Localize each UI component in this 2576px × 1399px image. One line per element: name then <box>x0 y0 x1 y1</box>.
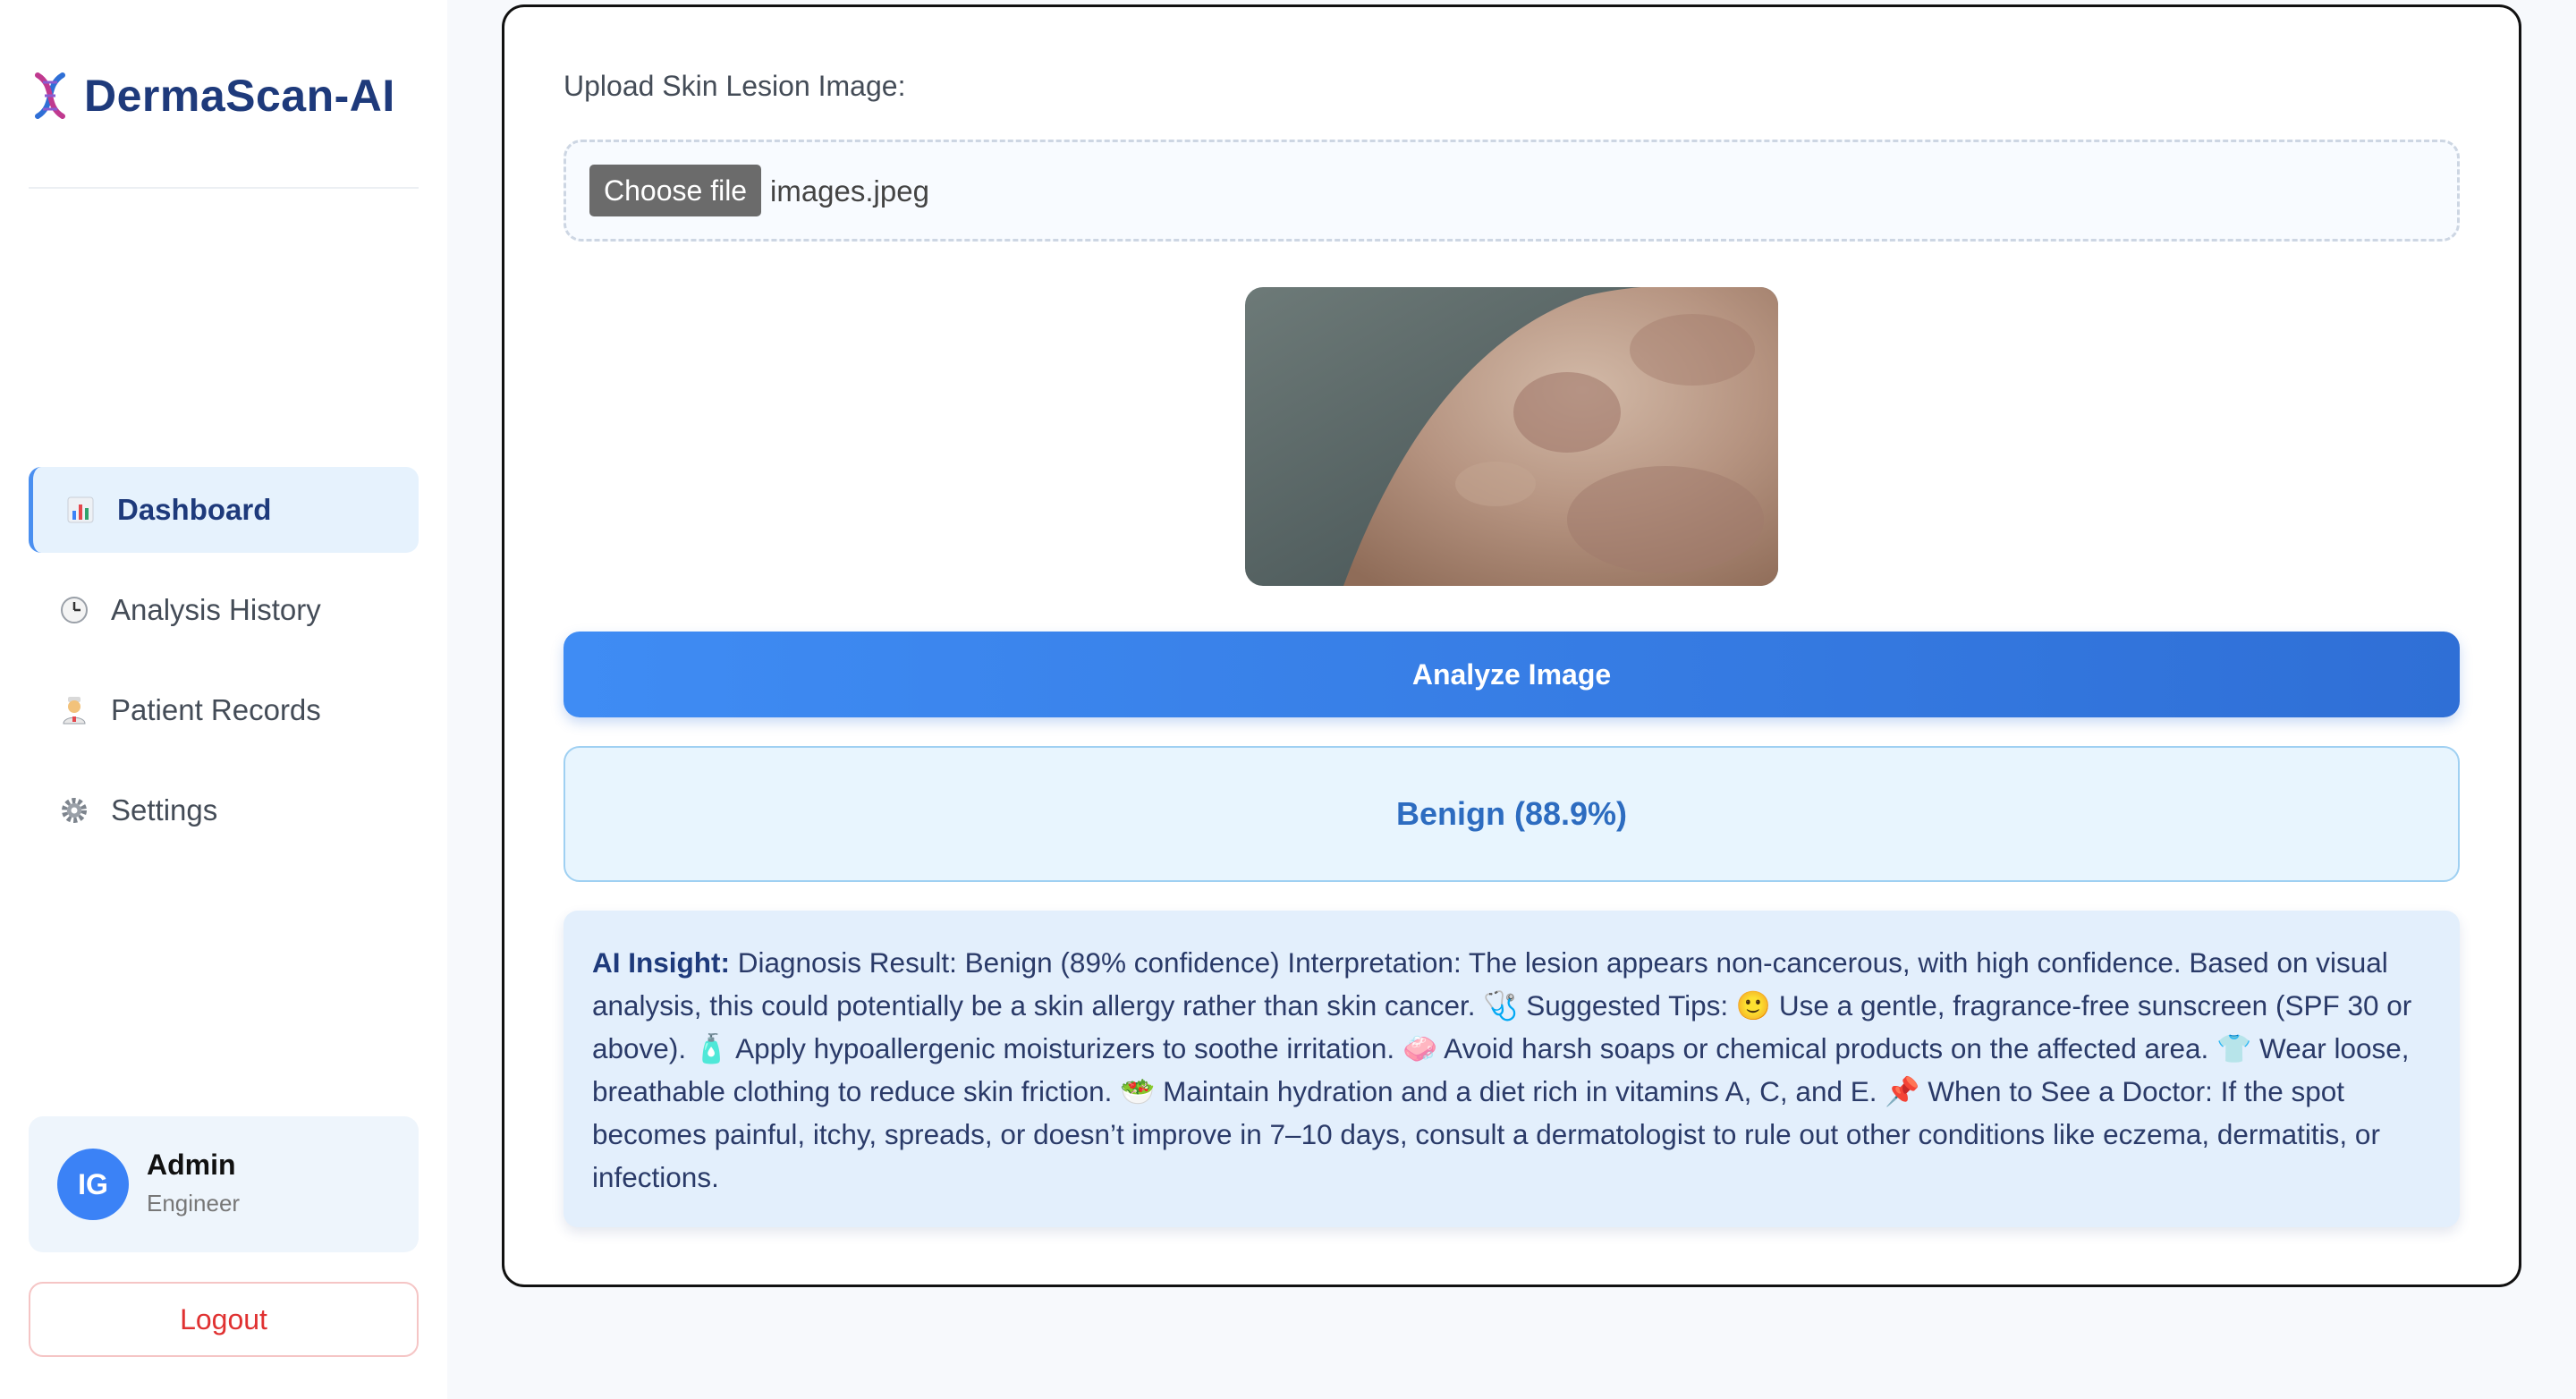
app-title: DermaScan-AI <box>84 71 395 121</box>
ai-insight-text: AI Insight: Diagnosis Result: Benign (89… <box>592 941 2431 1199</box>
ai-insight-label: AI Insight: <box>592 946 730 979</box>
file-upload-dropzone[interactable]: Choose file images.jpeg <box>564 140 2460 242</box>
dna-icon <box>29 70 72 122</box>
shirt-icon: 👕 <box>2216 1032 2252 1064</box>
clock-icon <box>59 595 89 625</box>
health-worker-icon <box>59 695 89 725</box>
insight-text-segment: Maintain hydration and a diet rich in vi… <box>1155 1075 1885 1107</box>
upload-label: Upload Skin Lesion Image: <box>564 70 906 102</box>
pushpin-icon: 📌 <box>1885 1075 1920 1107</box>
sidebar-item-patient-records[interactable]: Patient Records <box>29 667 419 753</box>
gear-icon <box>59 795 89 826</box>
avatar: IG <box>57 1149 129 1220</box>
soap-icon: 🧼 <box>1402 1032 1438 1064</box>
sidebar-item-settings[interactable]: Settings <box>29 767 419 853</box>
sidebar-item-analysis-history[interactable]: Analysis History <box>29 567 419 653</box>
smiley-icon: 🙂 <box>1735 989 1772 1022</box>
stethoscope-icon: 🩺 <box>1483 989 1519 1022</box>
sidebar: DermaScan-AI Dashboard Analysis History … <box>0 0 447 1399</box>
lotion-icon: 🧴 <box>693 1032 730 1064</box>
salad-icon: 🥗 <box>1120 1075 1156 1107</box>
result-box: Benign (88.9%) <box>564 746 2460 882</box>
insight-text-segment: Apply hypoallergenic moisturizers to soo… <box>729 1032 1402 1064</box>
choose-file-button[interactable]: Choose file <box>589 165 762 216</box>
ai-insight-box: AI Insight: Diagnosis Result: Benign (89… <box>564 911 2460 1227</box>
selected-file-name: images.jpeg <box>770 174 929 208</box>
sidebar-item-label: Patient Records <box>111 693 321 726</box>
sidebar-item-label: Analysis History <box>111 593 321 626</box>
app-logo[interactable]: DermaScan-AI <box>29 70 395 122</box>
bar-chart-icon <box>65 495 96 525</box>
diagnosis-result: Benign (88.9%) <box>1395 795 1628 832</box>
sidebar-item-dashboard[interactable]: Dashboard <box>29 467 419 553</box>
sidebar-nav: Dashboard Analysis History Patient Recor… <box>29 467 419 868</box>
analyze-image-button[interactable]: Analyze Image <box>564 632 2460 717</box>
user-role: Engineer <box>147 1190 241 1217</box>
image-preview <box>1245 287 1778 586</box>
sidebar-item-label: Settings <box>111 793 218 827</box>
user-name: Admin <box>147 1149 236 1181</box>
insight-text-segment: Suggested Tips: <box>1518 989 1736 1022</box>
insight-text-segment: Avoid harsh soaps or chemical products o… <box>1437 1032 2217 1064</box>
logout-button[interactable]: Logout <box>29 1282 419 1357</box>
sidebar-divider <box>29 187 419 189</box>
sidebar-item-label: Dashboard <box>117 493 272 526</box>
user-card[interactable]: IG Admin Engineer <box>29 1116 419 1252</box>
